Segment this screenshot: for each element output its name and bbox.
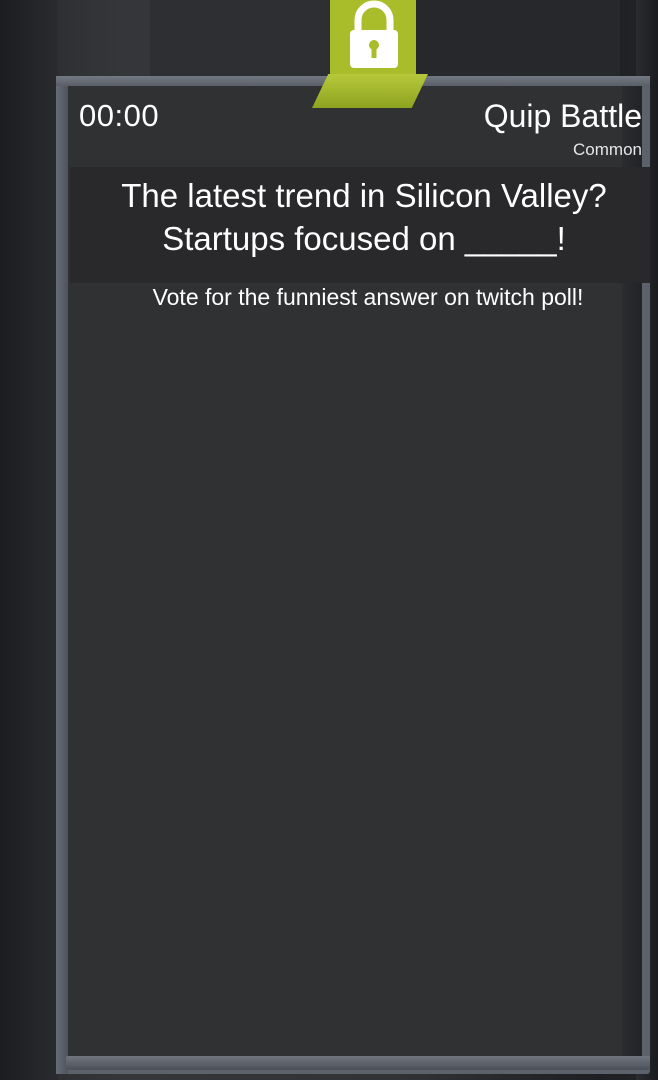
game-mode-rarity: Common xyxy=(573,140,642,159)
vote-instruction: Vote for the funniest answer on twitch p… xyxy=(152,284,584,310)
card-left-rail xyxy=(56,76,68,1074)
back-wall-left xyxy=(0,0,58,1080)
card-bottom-rail xyxy=(66,1056,650,1070)
padlock-icon xyxy=(350,0,398,68)
lock-base xyxy=(312,74,428,108)
prompt-question: The latest trend in Silicon Valley? Star… xyxy=(121,177,607,257)
background-block xyxy=(380,0,620,80)
game-mode-title: Quip Battle xyxy=(483,98,642,134)
round-timer: 00:00 xyxy=(79,98,160,133)
